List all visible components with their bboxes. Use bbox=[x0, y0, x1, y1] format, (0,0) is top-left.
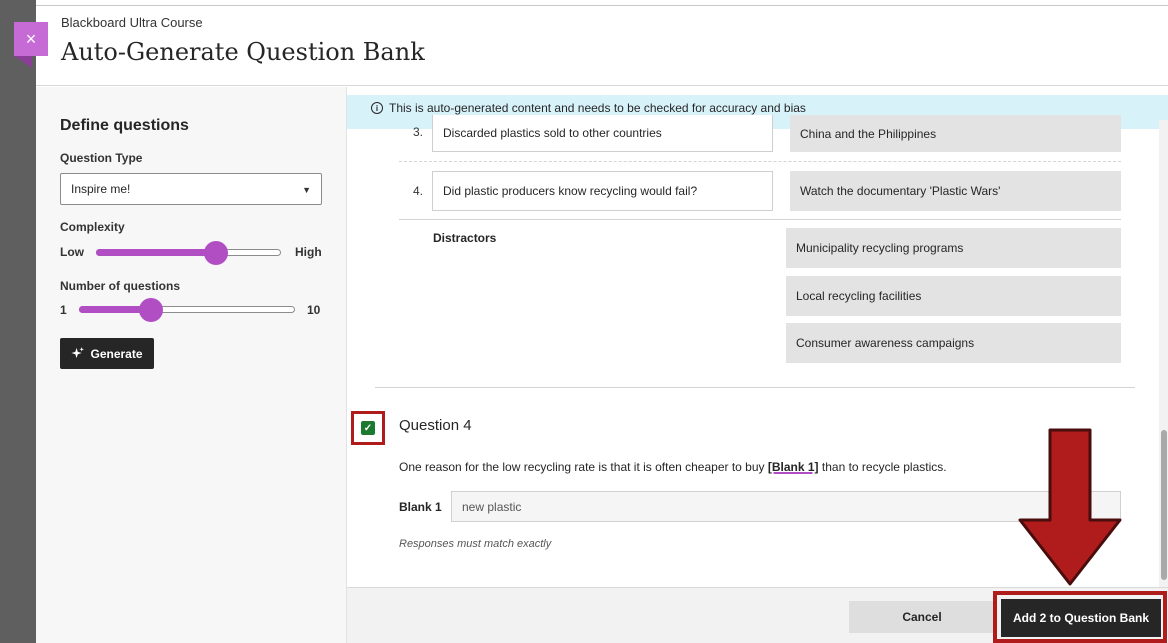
sparkle-icon bbox=[71, 347, 85, 359]
number-of-questions-label: Number of questions bbox=[60, 279, 181, 293]
count-slider-thumb[interactable] bbox=[138, 298, 163, 322]
complexity-slider-fill bbox=[96, 249, 217, 256]
question-type-label: Question Type bbox=[60, 151, 143, 165]
question-divider bbox=[375, 387, 1135, 388]
blank-reference[interactable]: [Blank 1] bbox=[768, 460, 819, 474]
background-overlay bbox=[0, 0, 36, 643]
distractor-field[interactable]: Consumer awareness campaigns bbox=[786, 323, 1121, 363]
blank-1-label: Blank 1 bbox=[399, 500, 442, 514]
complexity-slider-thumb[interactable] bbox=[203, 241, 228, 265]
question-text-after: than to recycle plastics. bbox=[818, 460, 947, 474]
pair-number: 4. bbox=[413, 184, 424, 198]
pairs-divider bbox=[399, 219, 1121, 220]
pair-prompt-field[interactable]: Discarded plastics sold to other countri… bbox=[432, 115, 773, 152]
match-note: Responses must match exactly bbox=[399, 538, 552, 550]
question-type-select[interactable]: Inspire me! ▼ bbox=[60, 173, 322, 205]
question-4-checkbox-highlight: ✓ bbox=[351, 411, 385, 445]
footer-bar: Cancel Add 2 to Question Bank bbox=[347, 587, 1168, 643]
distractor-field[interactable]: Municipality recycling programs bbox=[786, 228, 1121, 268]
question-4-title: Question 4 bbox=[399, 417, 472, 434]
question-type-value: Inspire me! bbox=[71, 182, 131, 196]
cancel-button[interactable]: Cancel bbox=[849, 601, 995, 633]
close-icon: × bbox=[25, 28, 37, 49]
count-max-label: 10 bbox=[307, 303, 321, 317]
complexity-slider[interactable] bbox=[96, 241, 281, 265]
question-text-before: One reason for the low recycling rate is… bbox=[399, 460, 768, 474]
complexity-low-label: Low bbox=[60, 245, 84, 259]
define-questions-panel: Define questions Question Type Inspire m… bbox=[36, 87, 347, 643]
scrollbar-thumb[interactable] bbox=[1161, 430, 1167, 580]
ai-notice-text: This is auto-generated content and needs… bbox=[389, 101, 806, 115]
count-min-label: 1 bbox=[60, 303, 67, 317]
info-icon: i bbox=[371, 102, 383, 114]
page-title: Auto-Generate Question Bank bbox=[61, 38, 425, 66]
close-button-tab bbox=[14, 56, 32, 68]
generate-label: Generate bbox=[90, 346, 143, 361]
check-icon: ✓ bbox=[363, 422, 373, 434]
question-4-text: One reason for the low recycling rate is… bbox=[399, 460, 947, 474]
complexity-label: Complexity bbox=[60, 220, 125, 234]
distractor-field[interactable]: Local recycling facilities bbox=[786, 276, 1121, 316]
define-questions-title: Define questions bbox=[60, 117, 189, 134]
pair-divider bbox=[399, 161, 1121, 162]
pair-answer-field[interactable]: Watch the documentary 'Plastic Wars' bbox=[790, 171, 1121, 211]
pair-answer-field[interactable]: China and the Philippines bbox=[790, 115, 1121, 152]
add-to-question-bank-button[interactable]: Add 2 to Question Bank bbox=[1001, 599, 1161, 637]
number-of-questions-slider[interactable] bbox=[79, 298, 295, 322]
close-button[interactable]: × bbox=[14, 22, 48, 56]
red-arrow-annotation bbox=[1018, 428, 1122, 586]
chevron-down-icon: ▼ bbox=[302, 185, 311, 195]
generate-button[interactable]: Generate bbox=[60, 338, 154, 369]
course-name: Blackboard Ultra Course bbox=[61, 15, 203, 30]
pair-prompt-field[interactable]: Did plastic producers know recycling wou… bbox=[432, 171, 773, 211]
pair-number: 3. bbox=[413, 125, 424, 139]
distractors-label: Distractors bbox=[433, 231, 497, 245]
question-4-checkbox[interactable]: ✓ bbox=[361, 421, 375, 435]
complexity-high-label: High bbox=[295, 245, 322, 259]
panel-header: Blackboard Ultra Course Auto-Generate Qu… bbox=[36, 6, 1168, 86]
